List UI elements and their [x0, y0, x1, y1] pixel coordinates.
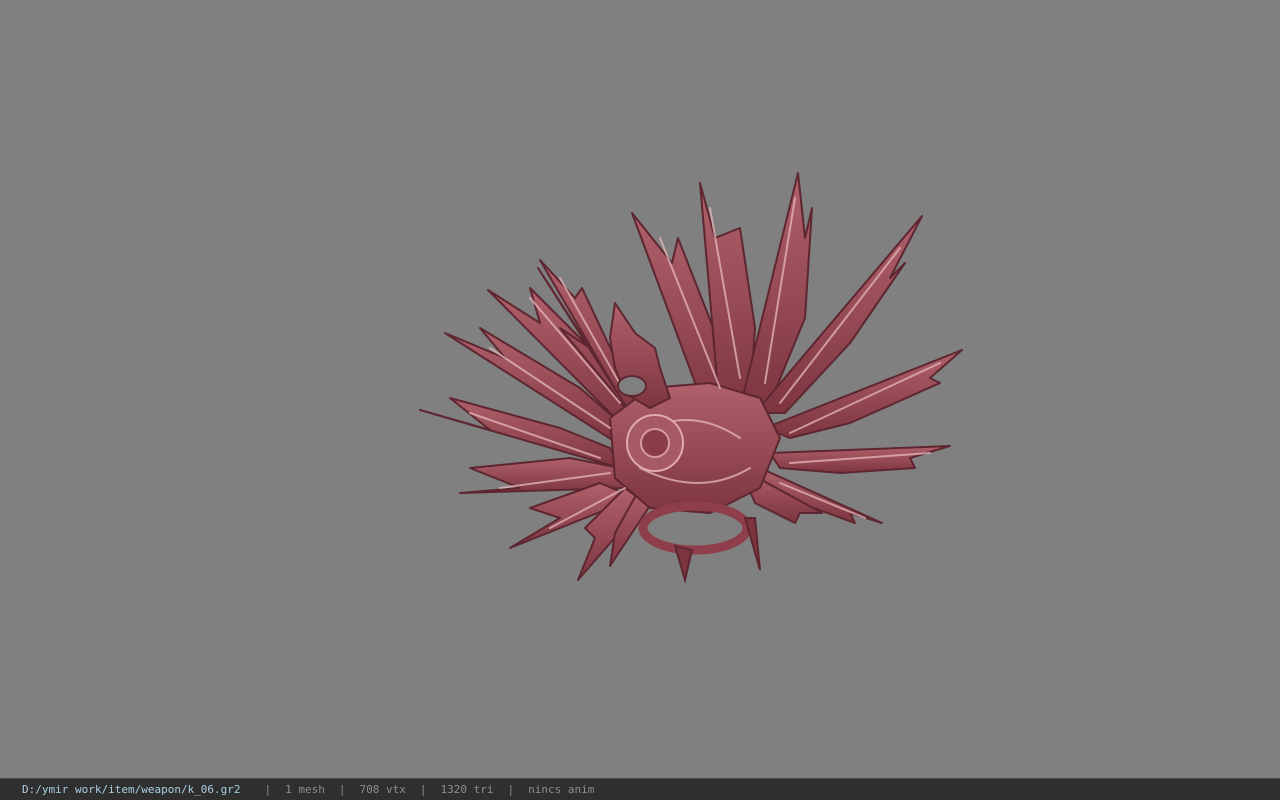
weapon-model[interactable]: [410, 168, 970, 588]
right-blade-6: [769, 445, 951, 474]
ring-spike-left: [673, 544, 694, 584]
mesh-count: 1 mesh: [285, 783, 325, 796]
animation-status: nincs anim: [528, 783, 595, 796]
separator: |: [419, 783, 427, 796]
separator: |: [507, 783, 515, 796]
separator: |: [338, 783, 346, 796]
3d-viewport[interactable]: [0, 0, 1280, 778]
file-path: D:/ymir work/item/weapon/k_06.gr2: [22, 783, 241, 796]
separator: |: [264, 783, 272, 796]
horn-hole: [617, 375, 647, 397]
status-bar: D:/ymir work/item/weapon/k_06.gr2 | 1 me…: [0, 778, 1280, 800]
vertex-count: 708 vtx: [359, 783, 406, 796]
center-crest-inner: [640, 428, 670, 458]
ring-spike-right: [743, 517, 761, 571]
triangle-count: 1320 tri: [440, 783, 494, 796]
